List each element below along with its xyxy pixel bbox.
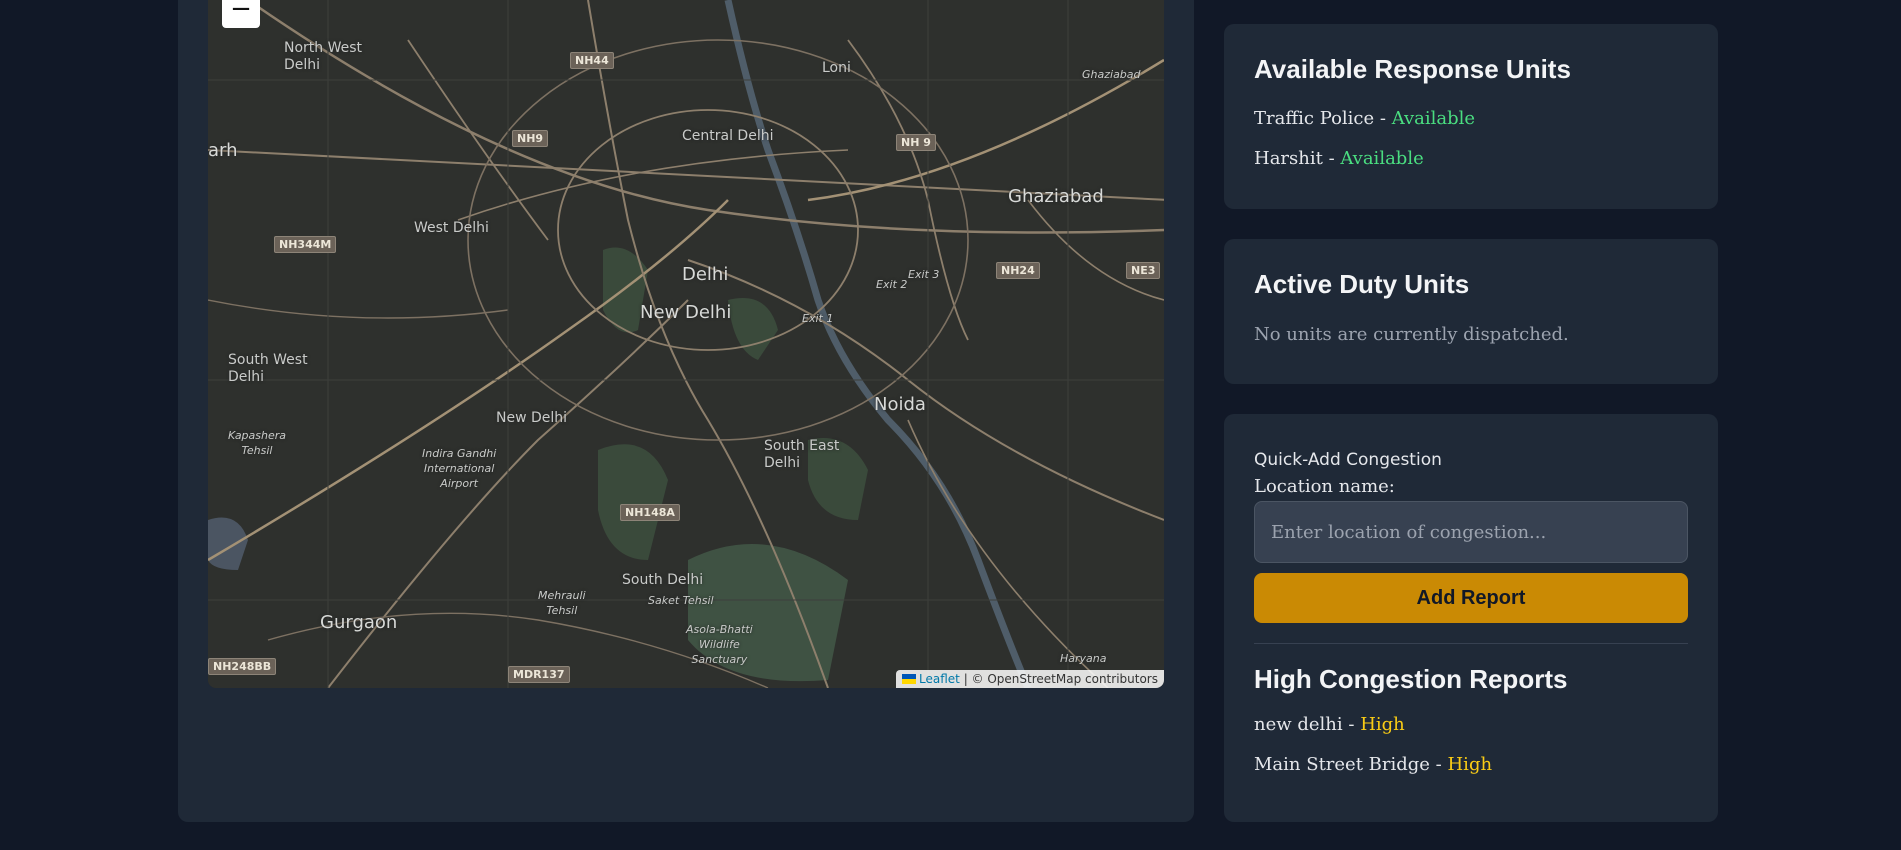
location-name-label: Location name: bbox=[1254, 476, 1395, 497]
add-report-button[interactable]: Add Report bbox=[1254, 573, 1688, 623]
unit-separator: - bbox=[1322, 148, 1341, 169]
map-label: Gurgaon bbox=[320, 612, 398, 633]
map-label: Ghaziabad bbox=[1008, 186, 1104, 207]
report-row: Main Street Bridge - High bbox=[1254, 745, 1688, 785]
map-label: Ghaziabad bbox=[1082, 68, 1141, 81]
unit-name: Harshit bbox=[1254, 148, 1323, 169]
available-units-card: Available Response Units Traffic Police … bbox=[1224, 24, 1718, 209]
unit-name: Traffic Police bbox=[1254, 108, 1375, 129]
highway-shield: MDR137 bbox=[508, 666, 570, 683]
unit-separator: - bbox=[1374, 108, 1392, 129]
map-label: South Delhi bbox=[622, 572, 704, 588]
divider bbox=[1254, 643, 1688, 644]
active-units-title: Active Duty Units bbox=[1254, 269, 1470, 299]
reports-list: new delhi - High Main Street Bridge - Hi… bbox=[1254, 705, 1688, 785]
map-label: New Delhi bbox=[640, 302, 732, 323]
map-label: Kapashera Tehsil bbox=[228, 429, 287, 457]
map-label: New Delhi bbox=[496, 410, 568, 426]
leaflet-link[interactable]: Leaflet bbox=[919, 672, 960, 686]
map-label: Loni bbox=[822, 60, 851, 76]
highway-shield: NH248BB bbox=[208, 658, 277, 675]
active-units-card: Active Duty Units No units are currently… bbox=[1224, 239, 1718, 384]
map-label: Saket Tehsil bbox=[648, 594, 714, 607]
map-label: Noida bbox=[874, 394, 926, 415]
map-label: North West Delhi bbox=[284, 40, 363, 73]
available-units-list: Traffic Police - Available Harshit - Ava… bbox=[1254, 99, 1688, 179]
report-level: High bbox=[1360, 714, 1405, 735]
highway-shield: NH44 bbox=[570, 52, 614, 69]
report-level: High bbox=[1447, 754, 1493, 775]
map-label: Delhi bbox=[682, 264, 729, 285]
highway-shield: NH 9 bbox=[896, 134, 936, 151]
map-label: Haryana bbox=[1060, 652, 1107, 665]
quick-add-heading: Quick-Add Congestion bbox=[1254, 450, 1442, 470]
highway-shield: NH344M bbox=[274, 236, 337, 253]
map-label: West Delhi bbox=[414, 220, 489, 236]
ukraine-flag-icon bbox=[902, 674, 917, 684]
location-input[interactable] bbox=[1254, 501, 1688, 563]
report-row: new delhi - High bbox=[1254, 705, 1688, 745]
report-separator: - bbox=[1429, 754, 1448, 775]
map-label: South West Delhi bbox=[228, 352, 308, 385]
map-label: Asola-Bhatti Wildlife Sanctuary bbox=[686, 623, 753, 666]
report-location: new delhi bbox=[1254, 714, 1343, 735]
zoom-out-button[interactable]: − bbox=[222, 0, 260, 28]
report-separator: - bbox=[1342, 714, 1361, 735]
highway-shield: NE3 bbox=[1126, 262, 1161, 279]
map-label: Exit 1 bbox=[802, 312, 834, 325]
no-units-message: No units are currently dispatched. bbox=[1254, 324, 1569, 345]
congestion-card: Quick-Add Congestion Location name: Add … bbox=[1224, 414, 1718, 822]
map-label: arh bbox=[208, 140, 238, 161]
unit-row: Traffic Police - Available bbox=[1254, 99, 1688, 139]
report-location: Main Street Bridge bbox=[1254, 754, 1430, 775]
map-attribution: Leaflet | © OpenStreetMap contributors bbox=[896, 670, 1164, 688]
available-units-title: Available Response Units bbox=[1254, 54, 1571, 84]
traffic-map[interactable]: − North West Delhi Loni Ghaziabad Centra… bbox=[208, 0, 1164, 688]
reports-title: High Congestion Reports bbox=[1254, 664, 1568, 694]
map-label: South East Delhi bbox=[764, 438, 840, 471]
unit-status: Available bbox=[1340, 148, 1424, 169]
map-label: Exit 2 bbox=[876, 278, 908, 291]
attribution-separator: | bbox=[959, 672, 972, 686]
unit-row: Harshit - Available bbox=[1254, 139, 1688, 179]
unit-status: Available bbox=[1391, 108, 1476, 129]
map-label: Mehrauli Tehsil bbox=[538, 589, 586, 617]
map-label: Central Delhi bbox=[682, 128, 774, 144]
highway-shield: NH9 bbox=[512, 130, 549, 147]
highway-shield: NH24 bbox=[996, 262, 1040, 279]
attribution-text: © OpenStreetMap contributors bbox=[971, 672, 1158, 686]
map-label: Exit 3 bbox=[908, 268, 940, 281]
highway-shield: NH148A bbox=[620, 504, 680, 521]
map-label: Indira Gandhi International Airport bbox=[422, 447, 497, 490]
